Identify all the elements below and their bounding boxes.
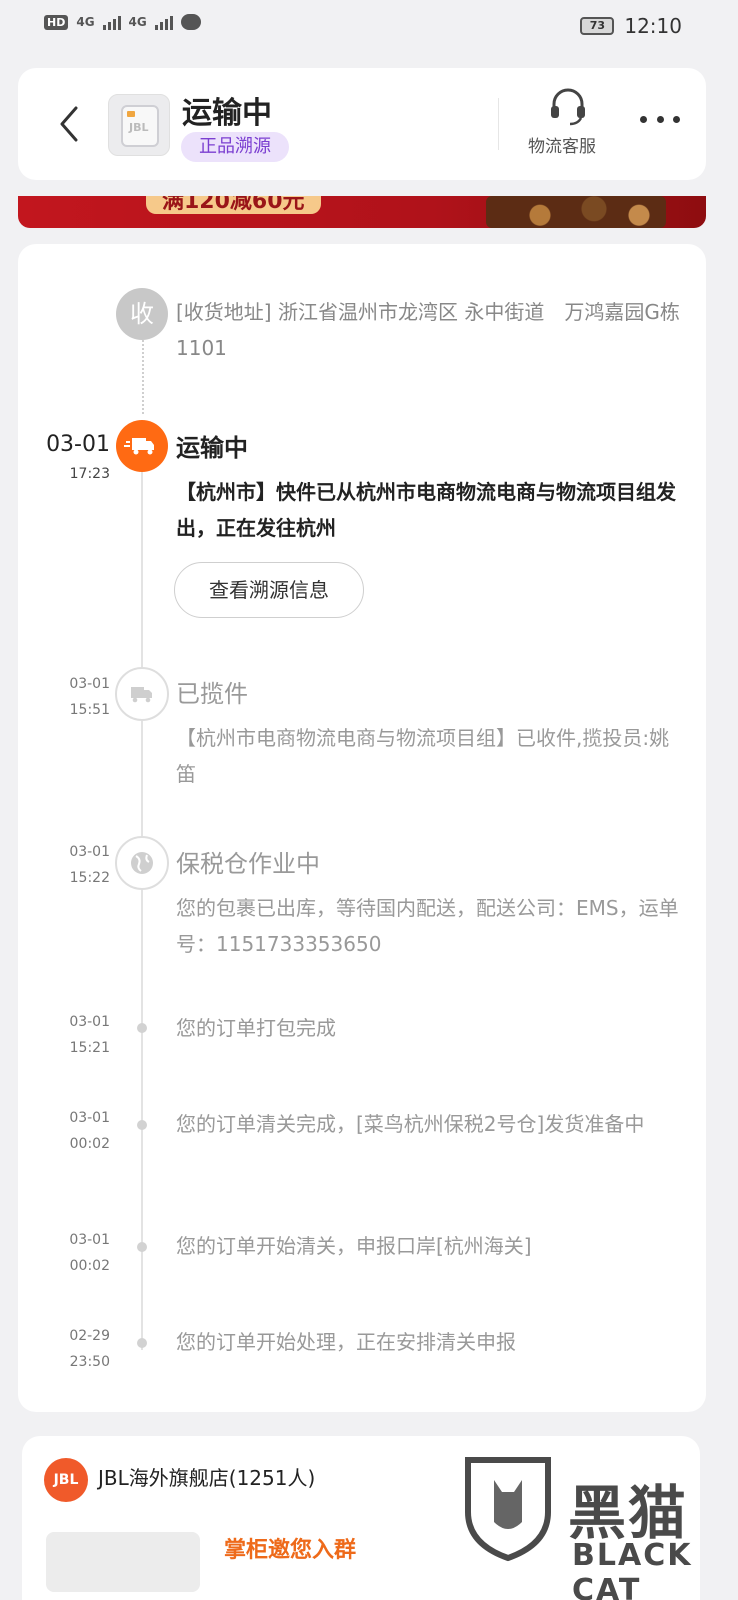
product-thumb-label: JBL (129, 121, 149, 134)
status-bar: HD 4G 4G 73 12:10 (0, 0, 738, 52)
event-detail: 您的订单开始清关，申报口岸[杭州海关] (176, 1234, 532, 1258)
customer-service-label[interactable]: 物流客服 (528, 132, 596, 157)
speaker-image: JBL (121, 105, 159, 147)
receive-node-icon: 收 (116, 288, 168, 340)
event-status: 已揽件 (176, 680, 248, 708)
timeline-dot (137, 1338, 147, 1348)
globe-icon (115, 836, 169, 890)
product-thumbnail: JBL (108, 94, 170, 156)
event-time: 15:21 (69, 1040, 110, 1056)
network-label-2: 4G (128, 15, 147, 29)
pickup-truck-icon (115, 667, 169, 721)
jbl-logo-icon (127, 111, 135, 117)
truck-icon (116, 420, 168, 472)
hd-badge: HD (44, 14, 69, 30)
store-logo: JBL (44, 1458, 88, 1502)
store-name[interactable]: JBL海外旗舰店(1251人) (98, 1462, 315, 1491)
view-trace-button[interactable]: 查看溯源信息 (174, 562, 364, 618)
more-icon[interactable] (640, 116, 680, 128)
signal-icon-2 (154, 14, 173, 30)
back-icon[interactable] (56, 104, 82, 144)
event-status: 保税仓作业中 (176, 850, 320, 878)
timeline-dot (137, 1242, 147, 1252)
message-icon (180, 14, 201, 30)
header-card: JBL 运输中 正品溯源 物流客服 (18, 68, 706, 180)
event-detail: 您的订单清关完成，[菜鸟杭州保税2号仓]发货准备中 (176, 1112, 645, 1136)
event-date: 03-01 (69, 1014, 110, 1030)
black-cat-shield-icon (465, 1457, 551, 1562)
delivery-address: [收货地址] 浙江省温州市龙湾区 永中街道 万鸿嘉园G栋1101 (176, 300, 680, 360)
event-detail: 您的包裹已出库，等待国内配送，配送公司：EMS，运单号：115173335365… (176, 896, 679, 956)
timeline-dot (137, 1120, 147, 1130)
event-date: 03-01 (69, 1110, 110, 1126)
battery-icon: 73 (580, 17, 615, 35)
event-date: 03-01 (69, 676, 110, 692)
banner-text: 满120减60元 (146, 196, 321, 214)
event-time: 00:02 (69, 1258, 110, 1274)
event-date: 03-01 (46, 432, 110, 457)
event-date: 02-29 (69, 1328, 110, 1344)
watermark-subtext: BLACK CAT (572, 1538, 693, 1600)
event-status: 运输中 (176, 434, 248, 462)
event-time: 15:22 (69, 870, 110, 886)
status-right: 73 12:10 (580, 14, 682, 38)
authentic-trace-tag[interactable]: 正品溯源 (181, 132, 289, 162)
event-detail: 您的订单打包完成 (176, 1016, 336, 1040)
event-time: 00:02 (69, 1136, 110, 1152)
invite-group-link[interactable]: 掌柜邀您入群 (224, 1532, 356, 1564)
page-title: 运输中 (182, 96, 272, 131)
event-time: 23:50 (69, 1354, 110, 1370)
store-group-thumbnail (46, 1532, 200, 1592)
promo-banner[interactable]: 满120减60元 (18, 196, 706, 228)
timeline-dot (137, 1023, 147, 1033)
network-label-1: 4G (76, 15, 95, 29)
snack-image (486, 196, 666, 228)
headset-icon[interactable] (546, 86, 590, 126)
event-detail: 【杭州市电商物流电商与物流项目组】已收件,揽投员:姚笛 (176, 726, 670, 786)
status-left: HD 4G 4G (44, 14, 201, 30)
timeline-dotted-connector (142, 336, 144, 414)
event-detail: 您的订单开始处理，正在安排清关申报 (176, 1330, 516, 1354)
event-detail: 【杭州市】快件已从杭州市电商物流电商与物流项目组发出，正在发往杭州 (176, 480, 676, 540)
event-date: 03-01 (69, 844, 110, 860)
event-time: 15:51 (69, 702, 110, 718)
event-date: 03-01 (69, 1232, 110, 1248)
event-time: 17:23 (69, 466, 110, 482)
timeline-line (141, 470, 143, 1350)
signal-icon (102, 14, 121, 30)
divider (498, 98, 499, 150)
clock: 12:10 (624, 14, 682, 38)
